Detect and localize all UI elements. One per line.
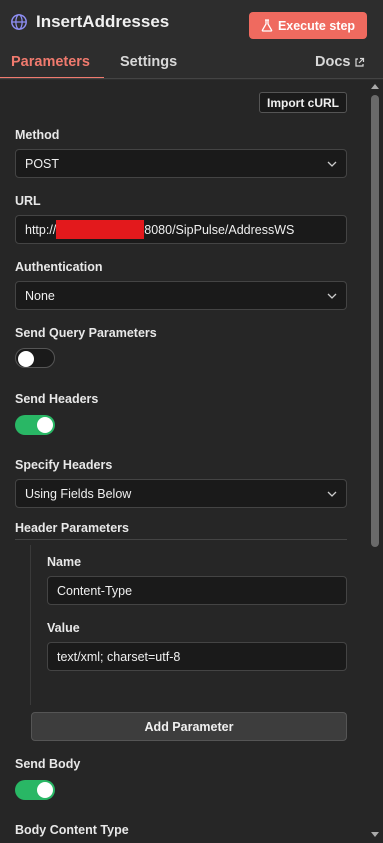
header-parameters-label: Header Parameters <box>15 521 129 535</box>
authentication-label: Authentication <box>15 260 103 274</box>
send-query-parameters-label: Send Query Parameters <box>15 326 157 340</box>
specify-headers-select[interactable]: Using Fields Below <box>15 479 347 508</box>
tab-docs-label: Docs <box>315 54 351 70</box>
method-select[interactable]: POST <box>15 149 347 178</box>
header-value-value: text/xml; charset=utf-8 <box>57 649 181 664</box>
globe-icon <box>11 14 27 30</box>
header-value-input[interactable]: text/xml; charset=utf-8 <box>47 642 347 671</box>
body-content-type-label: Body Content Type <box>15 823 129 837</box>
url-suffix: 8080/SipPulse/AddressWS <box>144 222 295 237</box>
toggle-knob <box>18 351 34 367</box>
execute-step-label: Execute step <box>277 18 356 33</box>
specify-headers-label: Specify Headers <box>15 458 113 472</box>
header-name-label: Name <box>47 555 82 569</box>
node-title-row: InsertAddresses <box>10 12 169 32</box>
specify-headers-value: Using Fields Below <box>25 486 132 501</box>
tab-settings[interactable]: Settings <box>120 54 177 70</box>
scroll-down-arrow-icon[interactable] <box>371 832 379 837</box>
execute-step-button[interactable]: Execute step <box>249 12 367 39</box>
send-body-toggle[interactable] <box>15 780 55 800</box>
send-query-parameters-toggle[interactable] <box>15 348 55 368</box>
header-name-input[interactable]: Content-Type <box>47 576 347 605</box>
tab-docs[interactable]: Docs <box>315 54 365 70</box>
toggle-knob <box>37 417 53 433</box>
scrollbar-thumb[interactable] <box>371 95 379 547</box>
url-label: URL <box>15 194 41 208</box>
external-link-icon <box>355 57 365 67</box>
header-parameters-indent-line <box>30 545 31 705</box>
method-label: Method <box>15 128 60 142</box>
header-name-value: Content-Type <box>57 583 133 598</box>
url-input[interactable]: http:// 8080/SipPulse/AddressWS <box>15 215 347 244</box>
send-body-label: Send Body <box>15 757 81 771</box>
flask-icon <box>261 19 273 32</box>
tab-bar: Parameters Settings Docs <box>0 47 383 79</box>
chevron-down-icon <box>327 293 337 299</box>
header-parameters-divider <box>15 539 347 540</box>
node-header: InsertAddresses Execute step Parameters … <box>0 0 383 80</box>
tab-parameters[interactable]: Parameters <box>11 54 90 70</box>
tab-divider <box>0 78 383 79</box>
scroll-up-arrow-icon[interactable] <box>371 84 379 89</box>
node-title[interactable]: InsertAddresses <box>36 12 169 32</box>
send-headers-label: Send Headers <box>15 392 99 406</box>
url-prefix: http:// <box>25 222 57 237</box>
import-curl-button[interactable]: Import cURL <box>259 92 347 113</box>
authentication-value: None <box>25 288 55 303</box>
method-value: POST <box>25 156 60 171</box>
url-redaction <box>56 220 145 239</box>
toggle-knob <box>37 782 53 798</box>
add-parameter-button[interactable]: Add Parameter <box>31 712 347 741</box>
chevron-down-icon <box>327 491 337 497</box>
authentication-select[interactable]: None <box>15 281 347 310</box>
send-headers-toggle[interactable] <box>15 415 55 435</box>
chevron-down-icon <box>327 161 337 167</box>
header-value-label: Value <box>47 621 80 635</box>
